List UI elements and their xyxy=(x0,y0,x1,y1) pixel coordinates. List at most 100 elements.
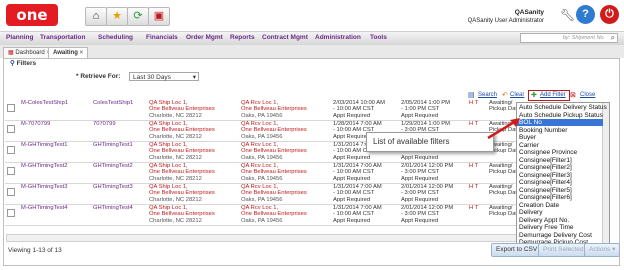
reference[interactable]: GHTimingTest3 xyxy=(93,184,133,190)
dropdown-option[interactable]: Delivery Appt No. xyxy=(519,217,569,224)
row-checkbox[interactable] xyxy=(7,104,15,112)
delivery-3: Appt Required xyxy=(401,112,439,119)
pickup-window: 2/03/2014 10:00 AM - 10:00 AM CST Appt Req… xyxy=(333,100,385,119)
reference[interactable]: GHTimingTest4 xyxy=(93,205,133,211)
tab-awaiting[interactable]: Awaiting × xyxy=(48,47,89,58)
reference[interactable]: GHTimingTest1 xyxy=(93,142,133,148)
shipment-id[interactable]: M-ColesTestShip1 xyxy=(21,100,68,106)
ship-to-2: One Bellveau Enterprises xyxy=(241,190,307,197)
nav-order-mgmt[interactable]: Order Mgmt xyxy=(186,34,223,41)
table-cell: QA Rcv Loc 1, One Bellveau Enterprises Oak… xyxy=(239,100,331,121)
nav-contract-mgmt[interactable]: Contract Mgmt xyxy=(262,34,308,41)
print-selected-button[interactable]: Print Selected xyxy=(538,243,589,257)
dropdown-option[interactable]: Consignee[Filter6] xyxy=(519,194,572,201)
delivery-1: 1/29/2014 1:00 PM xyxy=(401,121,450,127)
row-checkbox[interactable] xyxy=(7,125,15,133)
nav-administration[interactable]: Administration xyxy=(315,34,361,41)
viewing-count: Viewing 1-13 of 13 xyxy=(8,247,62,254)
dropdown-option[interactable]: Consignee[Filter2] xyxy=(519,164,572,171)
power-icon[interactable]: ⏻ xyxy=(600,5,619,24)
table-cell: H T xyxy=(467,183,487,205)
row-checkbox[interactable] xyxy=(7,188,15,196)
one-logo[interactable]: one xyxy=(6,4,58,26)
ship-to-3: Oaks, PA 19456 xyxy=(241,112,283,119)
retrieve-for-select[interactable]: Last 30 Days ▾ xyxy=(129,72,199,81)
nav-planning[interactable]: Planning xyxy=(6,34,33,41)
table-row[interactable]: M-GHTimingTest2 GHTimingTest2 QA Ship Loc … xyxy=(5,162,551,184)
delivery-1: 2/01/2014 12:00 PM xyxy=(401,205,454,211)
row-checkbox[interactable] xyxy=(7,209,15,217)
dropdown-option[interactable]: BOL No xyxy=(517,119,603,126)
dropdown-option[interactable]: Consignee[Filter4] xyxy=(519,179,572,186)
table-cell: GHTimingTest4 xyxy=(91,204,147,226)
add-filter-link[interactable]: Add Filter xyxy=(540,92,566,98)
table-row[interactable]: M-GHTimingTest3 GHTimingTest3 QA Ship Loc … xyxy=(5,183,551,205)
row-checkbox[interactable] xyxy=(7,146,15,154)
horizontal-scrollbar[interactable] xyxy=(6,234,520,242)
table-cell: QA Rcv Loc 1, One Bellveau Enterprises Oak… xyxy=(239,162,331,184)
export-csv-button[interactable]: Export to CSV xyxy=(491,243,543,257)
reference[interactable]: 7070799 xyxy=(93,121,116,127)
mode: H T xyxy=(469,121,479,127)
row-checkbox[interactable] xyxy=(7,167,15,175)
nav-tools[interactable]: Tools xyxy=(370,34,387,41)
home-icon[interactable]: ⌂ xyxy=(85,7,107,26)
clear-link[interactable]: Clear xyxy=(510,92,524,98)
close-icon[interactable]: × xyxy=(80,50,84,56)
pickup-3: Appt Required xyxy=(333,175,371,182)
dropdown-option[interactable]: Delivery Free Time xyxy=(519,224,574,231)
refresh-icon[interactable]: ⟳ xyxy=(127,7,149,26)
shipment-search-input[interactable]: by: Shipment No. xyxy=(520,33,618,43)
search-icon[interactable]: ⌕ xyxy=(611,33,615,43)
shipment-id[interactable]: M-7070799 xyxy=(21,121,50,127)
filter-icon: ⚲ xyxy=(10,60,15,67)
pickup-2: - 10:00 AM CST xyxy=(333,169,375,176)
callout-arrow xyxy=(487,118,520,140)
table-cell: M-GHTimingTest2 xyxy=(19,162,91,184)
table-cell: M-GHTimingTest1 xyxy=(19,141,91,163)
dropdown-option[interactable]: Auto Schedule Pickup Status xyxy=(519,112,603,119)
ship-from-3: Charlotte, NC 28212 xyxy=(149,112,202,119)
nav-reports[interactable]: Reports xyxy=(230,34,255,41)
ship-to-3: Oaks, PA 19456 xyxy=(241,154,283,161)
nav-financials[interactable]: Financials xyxy=(146,34,178,41)
add-filter-dropdown[interactable]: Auto Schedule Delivery Status Auto Schedu… xyxy=(516,102,610,248)
ship-from-3: Charlotte, NC 28212 xyxy=(149,196,202,203)
status-1: Awaiting/ xyxy=(489,100,513,106)
help-icon[interactable]: ? xyxy=(576,5,595,24)
screen-icon[interactable]: ▣ xyxy=(148,7,170,26)
star-icon[interactable]: ★ xyxy=(106,7,128,26)
dropdown-option[interactable]: Demurrage Delivery Cost xyxy=(519,232,592,239)
dropdown-option[interactable]: Consignee[Filter3] xyxy=(519,172,572,179)
reference[interactable]: ColesTestShip1 xyxy=(93,100,133,106)
ship-from-2: One Bellveau Enterprises xyxy=(149,211,215,218)
ship-from-3: Charlotte, NC 28212 xyxy=(149,217,202,224)
filters-header[interactable]: ⚲ Filters xyxy=(4,59,617,68)
table-row[interactable]: M-ColesTestShip1 ColesTestShip1 QA Ship Lo… xyxy=(5,100,551,121)
ship-from-1: QA Ship Loc 1, xyxy=(149,184,188,190)
dropdown-option[interactable]: Creation Date xyxy=(519,202,559,209)
dropdown-scrollbar[interactable] xyxy=(602,103,609,247)
wrench-icon[interactable]: 🔧︎ xyxy=(560,8,575,22)
dropdown-option[interactable]: Auto Schedule Delivery Status xyxy=(519,104,607,111)
dropdown-option[interactable]: Delivery xyxy=(519,209,542,216)
nav-scheduling[interactable]: Scheduling xyxy=(98,34,133,41)
mode: H T xyxy=(469,163,479,169)
search-link[interactable]: Search xyxy=(478,92,497,98)
actions-button[interactable]: Actions ▾ xyxy=(584,243,621,257)
dropdown-option[interactable]: Consignee[Filter1] xyxy=(519,157,572,164)
table-row[interactable]: M-GHTimingTest4 GHTimingTest4 QA Ship Loc … xyxy=(5,204,551,226)
close-link[interactable]: Close xyxy=(580,92,595,98)
table-cell xyxy=(5,162,19,184)
shipment-id[interactable]: M-GHTimingTest3 xyxy=(21,184,68,190)
dropdown-option[interactable]: Consignee Province xyxy=(519,149,577,156)
table-cell xyxy=(5,141,19,163)
shipment-id[interactable]: M-GHTimingTest4 xyxy=(21,205,68,211)
nav-transportation[interactable]: Transportation xyxy=(40,34,86,41)
shipment-id[interactable]: M-GHTimingTest2 xyxy=(21,163,68,169)
reference[interactable]: GHTimingTest2 xyxy=(93,163,133,169)
dropdown-option[interactable]: Booking Number xyxy=(519,127,567,134)
search-icon: ▤ xyxy=(468,92,475,99)
dropdown-option[interactable]: Consignee[Filter5] xyxy=(519,187,572,194)
shipment-id[interactable]: M-GHTimingTest1 xyxy=(21,142,68,148)
